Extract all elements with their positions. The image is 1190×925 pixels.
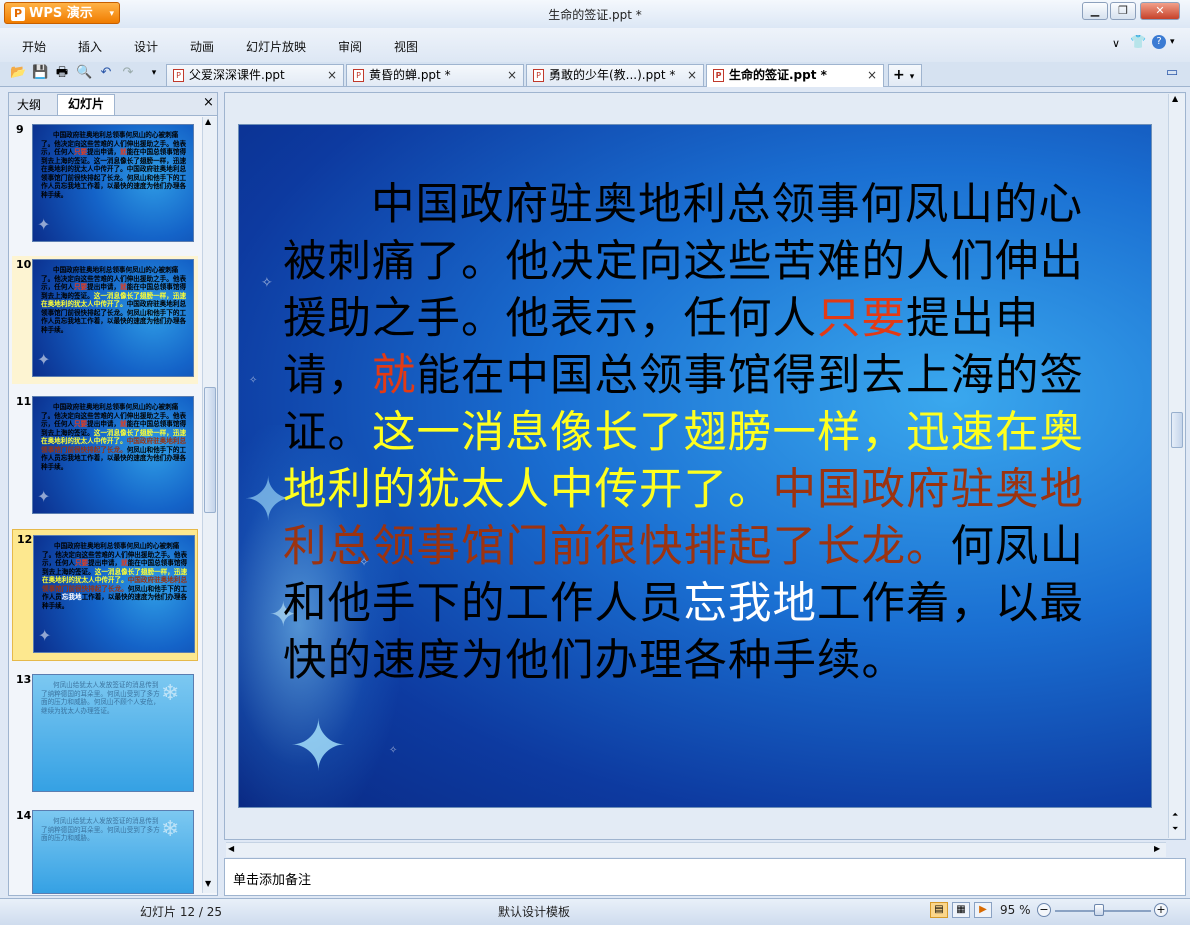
text-segment-highlight-red: 只要 xyxy=(817,294,906,344)
slide-thumbnail-9[interactable]: 9 中国政府驻奥地利总领事何凤山的心被刺痛了。他决定向这些苦难的人们伸出援助之手… xyxy=(12,121,198,249)
thumbnail-text: 何凤山给犹太人发放签证的消息传到了纳粹德国的耳朵里。何凤山受到了多方面的压力和威… xyxy=(41,681,160,715)
panel-tabs: 大纲 幻灯片 × xyxy=(9,93,217,116)
undo-icon[interactable]: ↶ xyxy=(98,65,114,81)
menu-animation[interactable]: 动画 xyxy=(190,38,214,55)
chevron-down-icon[interactable]: ∨ xyxy=(1112,37,1120,50)
slide-sorter-view-button[interactable]: ▦ xyxy=(952,902,970,918)
slideshow-view-button[interactable]: ▶ xyxy=(974,902,992,918)
toolbar-tab-row: 📂 💾 🖶 🔍 ↶ ↷ ▾ P 父爱深深课件.ppt × P 黄昏的蝉.ppt * … xyxy=(0,62,1190,87)
chevron-down-icon[interactable]: ▾ xyxy=(1170,37,1175,47)
text-segment-highlight-red: 就 xyxy=(372,351,417,401)
menu-bar: 开始 插入 设计 动画 幻灯片放映 审阅 视图 ∨ 👕 ? ▾ xyxy=(0,28,1190,62)
scroll-right-icon[interactable]: ▶ xyxy=(1154,844,1160,853)
text-segment-highlight-white: 忘我地 xyxy=(683,579,817,629)
maximize-button[interactable]: ❐ xyxy=(1110,2,1136,20)
notes-placeholder: 单击添加备注 xyxy=(233,873,312,888)
thumbnail-text: 何凤山给犹太人发放签证的消息传到了纳粹德国的耳朵里。何凤山受到了多方面的压力和威… xyxy=(41,817,160,842)
doc-tab-2[interactable]: P 黄昏的蝉.ppt * × xyxy=(346,64,524,86)
doc-tab-4[interactable]: P 生命的签证.ppt * × xyxy=(706,64,884,87)
menu-review[interactable]: 审阅 xyxy=(338,38,362,55)
menu-view[interactable]: 视图 xyxy=(394,38,418,55)
slides-panel-scrollbar[interactable]: ▲ ▼ xyxy=(202,117,217,893)
thumbnail-text: 中国政府驻奥地利总领事何凤山的心被刺痛了。他决定向这些苦难的人们伸出援助之手。他… xyxy=(41,266,187,334)
close-button[interactable]: ✕ xyxy=(1140,2,1180,20)
title-bar: P WPS 演示 ▾ 生命的签证.ppt * ▁ ❐ ✕ xyxy=(0,0,1190,29)
previous-slide-icon[interactable]: ⏶ xyxy=(1172,810,1178,820)
minimize-button[interactable]: ▁ xyxy=(1082,2,1108,20)
close-icon[interactable]: × xyxy=(687,65,697,85)
template-name: 默认设计模板 xyxy=(498,905,571,919)
status-bar: 幻灯片 12 / 25 默认设计模板 ▤ ▦ ▶ 95 % − + xyxy=(0,898,1190,925)
ppt-file-icon: P xyxy=(353,69,364,82)
print-preview-icon[interactable]: 🔍 xyxy=(76,65,92,81)
zoom-slider-handle[interactable] xyxy=(1094,904,1104,916)
close-icon[interactable]: × xyxy=(867,65,877,85)
slide-thumbnail-10[interactable]: 10 中国政府驻奥地利总领事何凤山的心被刺痛了。他决定向这些苦难的人们伸出援助之… xyxy=(12,256,198,384)
notes-pane[interactable]: 单击添加备注 xyxy=(224,858,1186,896)
menu-design[interactable]: 设计 xyxy=(134,38,158,55)
slide-thumbnail-14[interactable]: 14 何凤山给犹太人发放签证的消息传到了纳粹德国的耳朵里。何凤山受到了多方面的压… xyxy=(12,807,198,897)
doc-tab-3[interactable]: P 勇敢的少年(教...).ppt * × xyxy=(526,64,704,86)
normal-view-button[interactable]: ▤ xyxy=(930,902,948,918)
star-decoration-icon: ✦ xyxy=(289,705,348,787)
new-tab-button[interactable]: + ▾ xyxy=(888,64,922,86)
slides-panel: 大纲 幻灯片 × 9 中国政府驻奥地利总领事何凤山的心被刺痛了。他决定向这些苦难… xyxy=(8,92,218,896)
ppt-file-icon: P xyxy=(713,69,724,82)
scrollbar-thumb[interactable] xyxy=(204,387,216,513)
scroll-up-icon[interactable]: ▲ xyxy=(205,117,211,126)
zoom-in-button[interactable]: + xyxy=(1154,903,1168,917)
thumbnail-text: 中国政府驻奥地利总领事何凤山的心被刺痛了。他决定向这些苦难的人们伸出援助之手。他… xyxy=(42,542,188,610)
slide-vertical-scrollbar[interactable]: ▲ ⏶ ⏷ xyxy=(1168,94,1185,838)
sparkle-icon: ✧ xyxy=(389,745,398,756)
scroll-left-icon[interactable]: ◀ xyxy=(228,844,234,853)
slide-horizontal-scrollbar[interactable]: ◀ ▶ xyxy=(226,842,1166,857)
menu-home[interactable]: 开始 xyxy=(22,38,46,55)
ppt-file-icon: P xyxy=(173,69,184,82)
slide-thumbnail-12[interactable]: 12 中国政府驻奥地利总领事何凤山的心被刺痛了。他决定向这些苦难的人们伸出援助之… xyxy=(12,529,198,661)
customize-toolbar-icon[interactable]: ▾ xyxy=(146,65,162,81)
tab-list-icon[interactable]: ▭ xyxy=(1164,65,1180,81)
menu-insert[interactable]: 插入 xyxy=(78,38,102,55)
thumbnail-text: 中国政府驻奥地利总领事何凤山的心被刺痛了。他决定向这些苦难的人们伸出援助之手。他… xyxy=(41,403,187,471)
help-icon[interactable]: ? xyxy=(1152,35,1166,49)
skin-icon[interactable]: 👕 xyxy=(1130,35,1146,50)
close-icon[interactable]: × xyxy=(327,65,337,85)
zoom-level: 95 % xyxy=(1000,903,1031,917)
slide-thumbnail-11[interactable]: 11 中国政府驻奥地利总领事何凤山的心被刺痛了。他决定向这些苦难的人们伸出援助之… xyxy=(12,393,198,521)
scrollbar-thumb[interactable] xyxy=(1171,412,1183,448)
window-title: 生命的签证.ppt * xyxy=(548,8,642,22)
close-icon[interactable]: × xyxy=(507,65,517,85)
tab-outline[interactable]: 大纲 xyxy=(17,96,41,113)
slide-thumbnail-13[interactable]: 13 何凤山给犹太人发放签证的消息传到了纳粹德国的耳朵里。何凤山受到了多方面的压… xyxy=(12,671,198,799)
doc-tab-1[interactable]: P 父爱深深课件.ppt × xyxy=(166,64,344,86)
print-icon[interactable]: 🖶 xyxy=(54,65,70,81)
chevron-down-icon: ▾ xyxy=(909,72,915,82)
save-icon[interactable]: 💾 xyxy=(32,65,48,81)
thumbnail-text: 中国政府驻奥地利总领事何凤山的心被刺痛了。他决定向这些苦难的人们伸出援助之手。他… xyxy=(41,131,187,199)
sparkle-icon: ✧ xyxy=(249,375,258,386)
zoom-out-button[interactable]: − xyxy=(1037,903,1051,917)
scroll-down-icon[interactable]: ▼ xyxy=(205,879,211,888)
sparkle-icon: ✧ xyxy=(261,275,273,291)
next-slide-icon[interactable]: ⏷ xyxy=(1172,824,1178,834)
redo-icon[interactable]: ↷ xyxy=(120,65,136,81)
slide-counter: 幻灯片 12 / 25 xyxy=(140,905,223,919)
close-icon[interactable]: × xyxy=(203,95,214,110)
scroll-up-icon[interactable]: ▲ xyxy=(1172,94,1178,103)
menu-slideshow[interactable]: 幻灯片放映 xyxy=(246,38,306,55)
ppt-file-icon: P xyxy=(533,69,544,82)
tab-slides[interactable]: 幻灯片 xyxy=(57,94,115,115)
current-slide[interactable]: ✦ ✦ ✦ ✧ ✧ ✧ ✧ 中国政府驻奥地利总领事何凤山的心被刺痛了。他决定向这… xyxy=(238,124,1152,808)
open-folder-icon[interactable]: 📂 xyxy=(10,65,26,81)
slide-body-text[interactable]: 中国政府驻奥地利总领事何凤山的心被刺痛了。他决定向这些苦难的人们伸出援助之手。他… xyxy=(283,177,1107,690)
